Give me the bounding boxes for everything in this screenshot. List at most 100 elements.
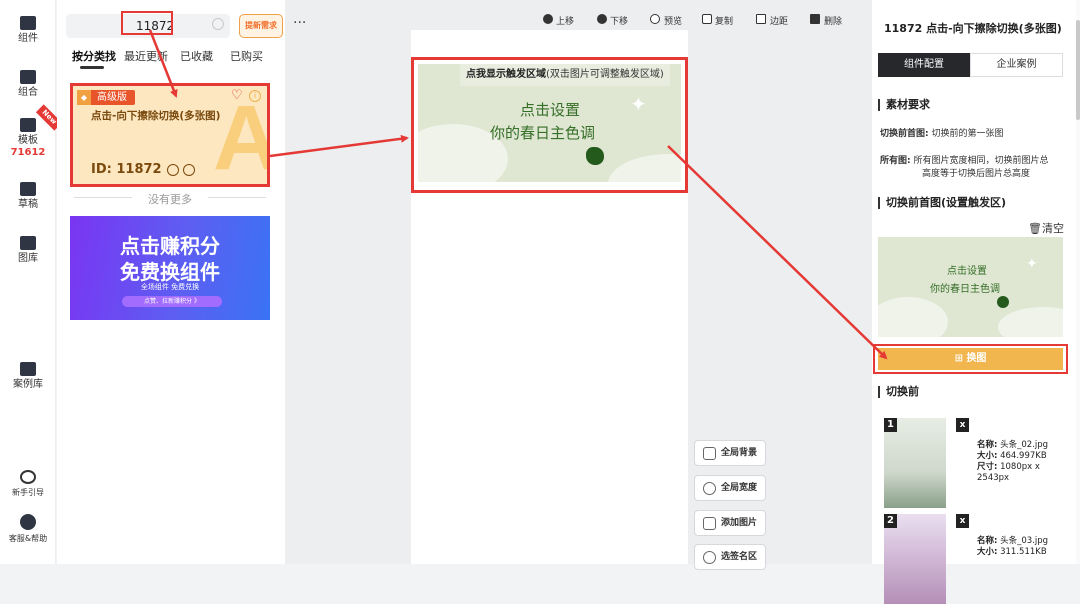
tab-recent[interactable]: 最近更新	[124, 48, 168, 64]
tab-purchased[interactable]: 已购买	[230, 48, 263, 64]
trigger-hint-bold: 点我显示触发区域	[466, 69, 546, 80]
info-icon[interactable]: i	[249, 90, 261, 102]
margin-button[interactable]: 边距	[770, 14, 788, 27]
preview-button[interactable]: 预览	[664, 14, 682, 27]
nav-label: 草稿	[18, 199, 38, 210]
trash-icon: 🗑	[1028, 222, 1042, 235]
signature-icon	[703, 551, 716, 564]
promo-line3: 全场组件 免费兑换	[140, 283, 200, 291]
nav-item-help[interactable]: 客服&帮助	[0, 514, 56, 545]
global-width-button[interactable]: 全局宽度	[694, 475, 766, 501]
card-id: ID: 11872	[91, 162, 162, 177]
image-name-row: 名称: 头条_02.jpg	[977, 440, 1048, 451]
delete-button[interactable]: 删除	[824, 14, 842, 27]
new-demand-button[interactable]: 提新需求	[239, 14, 283, 38]
meta-label: 尺寸:	[977, 462, 998, 472]
copy-id-icon[interactable]	[167, 164, 179, 176]
image-dims-row: 尺寸: 1080px x	[977, 462, 1048, 473]
copy-icon	[702, 14, 712, 24]
guide-icon	[20, 470, 36, 484]
button-label: 添加图片	[721, 518, 758, 528]
tab-favorites[interactable]: 已收藏	[180, 48, 213, 64]
favorite-heart-icon[interactable]: ♡	[231, 88, 243, 103]
image-dims: 1080px x	[1000, 462, 1040, 472]
nav-item-cases[interactable]: 案例库	[0, 362, 56, 391]
margin-icon	[756, 14, 766, 24]
scrollbar-thumb[interactable]	[1076, 20, 1080, 120]
image-meta: 名称: 头条_02.jpg 大小: 464.997KB 尺寸: 1080px x…	[977, 440, 1048, 484]
nav-label: 图库	[18, 253, 38, 264]
section-material-requirements: 素材要求	[878, 99, 930, 111]
gallery-icon	[20, 236, 36, 250]
points-promo-banner[interactable]: 点击赚积分 免费换组件 全场组件 免费兑换 点赞、拉新赚积分 》	[70, 216, 270, 320]
nav-item-components[interactable]: 组件	[0, 16, 56, 45]
cloud-shape	[608, 154, 681, 182]
global-background-button[interactable]: 全局背景	[694, 440, 766, 466]
add-image-button[interactable]: 添加图片	[694, 510, 766, 536]
move-up-button[interactable]: 上移	[556, 14, 574, 27]
clear-label: 清空	[1041, 222, 1064, 235]
combo-icon	[20, 70, 36, 84]
remove-image-icon[interactable]: x	[956, 514, 969, 528]
meta-label: 大小:	[977, 547, 998, 557]
more-menu-icon[interactable]: ...	[293, 12, 306, 26]
tab-enterprise-cases[interactable]: 企业案例	[970, 53, 1063, 77]
preview-eye-icon	[650, 14, 660, 24]
width-icon	[703, 482, 716, 495]
requirement-text: 所有图片宽度相同，切换前图片总	[913, 156, 1049, 166]
premium-badge: ◆ 高级版	[77, 90, 135, 105]
nav-item-combos[interactable]: 组合	[0, 70, 56, 99]
tab-by-category[interactable]: 按分类找	[72, 48, 116, 64]
promo-button[interactable]: 点赞、拉新赚积分 》	[122, 296, 222, 307]
image-size-row: 大小: 311.511KB	[977, 547, 1048, 558]
section-before-switch: 切换前	[878, 386, 919, 398]
replace-label: 换图	[966, 353, 987, 364]
requirement-text: 切换前的第一张图	[931, 129, 1004, 139]
nav-item-gallery[interactable]: 图库	[0, 236, 56, 265]
trash-icon	[810, 14, 820, 24]
move-up-icon	[543, 14, 553, 24]
preview-icon[interactable]	[183, 164, 195, 176]
component-card[interactable]: A ◆ 高级版 ♡ i 点击-向下擦除切换(多张图) ID: 11872	[70, 83, 270, 187]
image-icon	[703, 517, 716, 530]
nav-label: 客服&帮助	[8, 534, 48, 543]
image-index: 1	[884, 418, 897, 432]
tab-underline	[80, 66, 104, 69]
clear-button[interactable]: 🗑清空	[1028, 220, 1064, 236]
thumb-title-line2: 你的春日主色调	[930, 284, 1000, 295]
move-down-icon	[597, 14, 607, 24]
nav-label: 模板	[18, 135, 38, 146]
pointing-hand-icon	[997, 296, 1009, 308]
tab-component-config[interactable]: 组件配置	[878, 53, 970, 77]
nav-item-guide[interactable]: 新手引导	[0, 470, 56, 499]
config-panel-title: 11872 点击-向下擦除切换(多张图)	[884, 22, 1062, 35]
copy-button[interactable]: 复制	[715, 14, 733, 27]
nav-label: 案例库	[13, 379, 43, 390]
section-first-image-trigger: 切换前首图(设置触发区)	[878, 197, 1006, 209]
nav-item-drafts[interactable]: 草稿	[0, 182, 56, 211]
help-icon	[20, 514, 36, 530]
image-meta: 名称: 头条_03.jpg 大小: 311.511KB	[977, 536, 1048, 558]
spring-title-line2: 你的春日主色调	[490, 124, 596, 142]
card-watermark: A	[213, 92, 267, 184]
puzzle-icon	[20, 16, 36, 30]
meta-label: 名称:	[977, 440, 998, 450]
draft-icon	[20, 182, 36, 196]
template-count: 71612	[10, 147, 46, 158]
divider	[208, 197, 266, 198]
nav-label: 新手引导	[12, 488, 44, 497]
signature-area-button[interactable]: 选签名区	[694, 544, 766, 570]
sparkle-icon: ✦	[1026, 256, 1038, 272]
requirement-label: 所有图:	[880, 156, 911, 166]
search-icon[interactable]	[212, 18, 224, 30]
meta-label: 名称:	[977, 536, 998, 546]
remove-image-icon[interactable]: x	[956, 418, 969, 432]
trigger-area-hint[interactable]: 点我显示触发区域(双击图片可调整触发区域)	[460, 64, 670, 86]
replace-icon: ⊞	[954, 353, 967, 364]
replace-image-button[interactable]: ⊞ 换图	[878, 348, 1063, 370]
image-name: 头条_02.jpg	[1000, 440, 1049, 450]
nav-label: 组件	[18, 33, 38, 44]
trigger-hint-note: (双击图片可调整触发区域)	[546, 69, 664, 80]
move-down-button[interactable]: 下移	[610, 14, 628, 27]
requirement-label: 切换前首图:	[880, 129, 929, 139]
